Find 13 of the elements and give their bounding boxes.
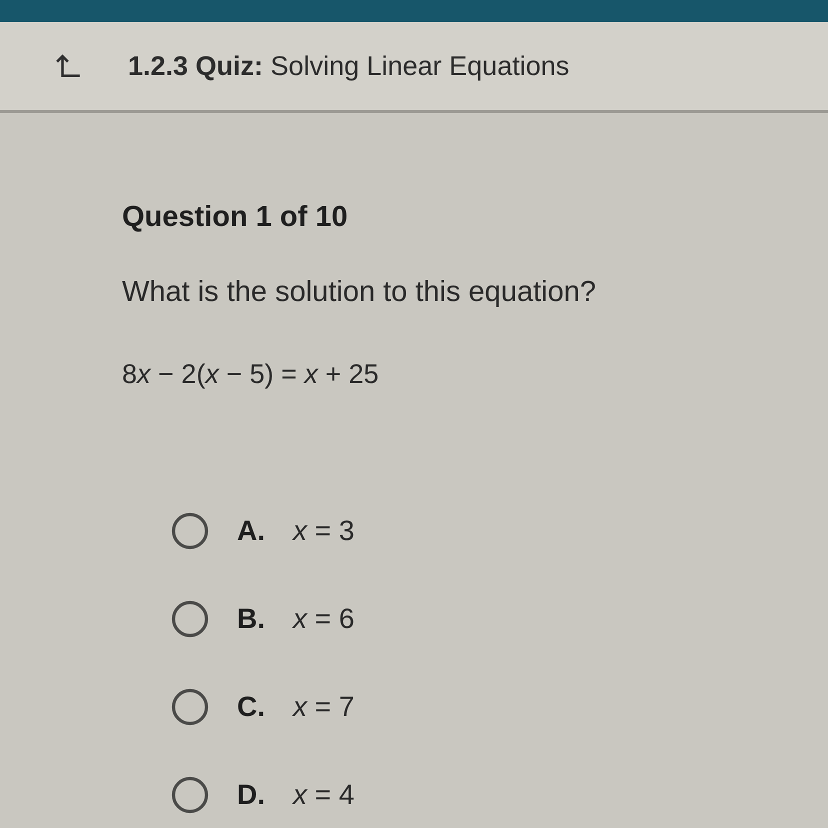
radio-button[interactable]	[171, 600, 209, 638]
radio-button[interactable]	[171, 688, 209, 726]
quiz-title: 1.2.3 Quiz: Solving Linear Equations	[128, 50, 570, 82]
answer-option[interactable]: C. x = 7	[171, 688, 354, 726]
answer-option[interactable]: B. x = 6	[171, 600, 354, 638]
answer-option[interactable]: D. x = 4	[171, 776, 354, 814]
answer-option[interactable]: A. x = 3	[171, 512, 354, 550]
question-number: Question 1 of 10	[122, 201, 349, 234]
radio-button[interactable]	[171, 776, 209, 814]
up-arrow-icon[interactable]	[56, 54, 82, 78]
question-text: What is the solution to this equation?	[122, 276, 597, 309]
radio-button[interactable]	[171, 512, 209, 550]
equation: 8x − 2(x − 5) = x + 25	[122, 359, 380, 390]
